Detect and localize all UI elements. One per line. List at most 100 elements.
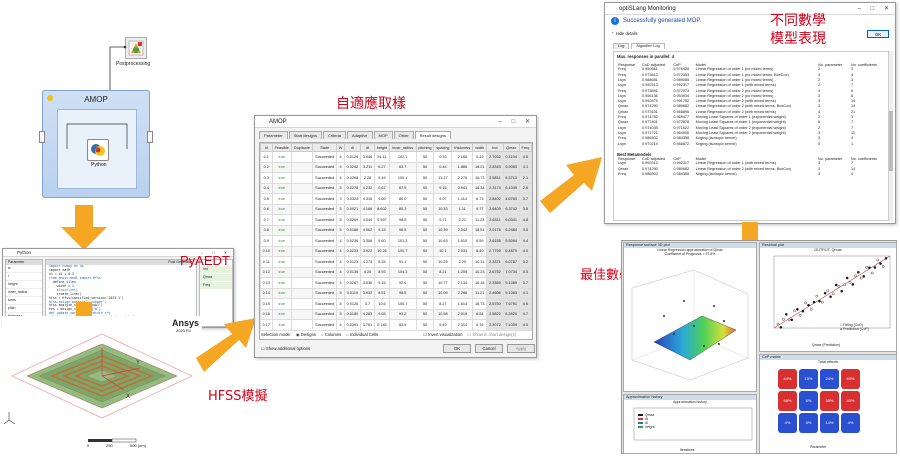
table-cell[interactable]: 4 bbox=[336, 319, 345, 331]
table-cell[interactable]: 87.5 bbox=[388, 182, 417, 194]
table-cell[interactable]: 100.1 bbox=[388, 172, 417, 184]
monitoring-tab[interactable]: Algorithm Log bbox=[631, 43, 665, 50]
table-cell[interactable]: 2.20 bbox=[451, 256, 474, 268]
table-cell[interactable]: Succeeded bbox=[311, 193, 338, 205]
table-cell[interactable]: 10.33 bbox=[433, 203, 453, 215]
table-cell[interactable]: 3.5 bbox=[518, 203, 532, 215]
table-cell[interactable]: 2.21 bbox=[451, 214, 474, 226]
amop-column-header[interactable]: dl bbox=[343, 143, 362, 152]
table-cell[interactable]: 11.21 bbox=[472, 287, 488, 299]
apply-button[interactable]: Apply bbox=[507, 344, 535, 353]
table-cell[interactable]: 4 bbox=[336, 277, 345, 289]
table-cell[interactable]: 50 bbox=[415, 277, 435, 289]
table-cell[interactable]: 2.6 bbox=[518, 182, 532, 194]
table-cell[interactable]: Succeeded bbox=[311, 182, 338, 194]
table-cell[interactable]: 2.166 bbox=[451, 151, 474, 163]
table-cell[interactable]: true bbox=[271, 245, 292, 257]
amop-column-header[interactable]: inner_radius bbox=[388, 143, 417, 152]
table-cell[interactable]: 5 bbox=[336, 224, 345, 236]
table-cell[interactable] bbox=[290, 245, 313, 257]
table-cell[interactable]: 6.3713 bbox=[502, 172, 520, 184]
residual-panel[interactable]: Residual plot OUTPUT: Qmax □ Fitting (Co… bbox=[759, 242, 897, 352]
cop-cell[interactable]: 60% bbox=[841, 369, 860, 389]
table-cell[interactable]: 9.15 bbox=[374, 277, 390, 289]
table-cell[interactable]: 0.0123 bbox=[343, 256, 362, 268]
table-cell[interactable]: 4.7 bbox=[518, 308, 532, 320]
table-row[interactable]: 0.6 true Succeeded 5 0.0021 4.186 8.602 85.3 50 1… bbox=[260, 203, 532, 215]
table-cell[interactable]: 4 bbox=[336, 161, 345, 173]
table-cell[interactable]: 9.49 bbox=[433, 319, 453, 331]
table-cell[interactable]: 5 bbox=[336, 203, 345, 215]
table-cell[interactable]: 8.602 bbox=[374, 203, 390, 215]
table-cell[interactable]: 4 bbox=[336, 266, 345, 278]
table-cell[interactable] bbox=[290, 298, 313, 310]
table-cell[interactable]: true bbox=[271, 151, 292, 163]
monitoring-window[interactable]: optiSLang Monitoring – □ ✕ i Successfull… bbox=[604, 2, 896, 224]
table-cell[interactable]: 50 bbox=[415, 266, 435, 278]
amop-column-header[interactable]: Qmax bbox=[502, 143, 520, 152]
table-cell[interactable]: 6.4879 bbox=[502, 245, 520, 257]
table-cell[interactable]: true bbox=[271, 172, 292, 184]
table-row[interactable]: 0.5 true Succeeded 3 0.0324 4.316 9.60 80.0 50 9.… bbox=[260, 193, 532, 205]
table-cell[interactable]: true bbox=[271, 203, 292, 215]
table-cell[interactable]: Succeeded bbox=[311, 245, 338, 257]
table-cell[interactable]: 16.73 bbox=[472, 298, 488, 310]
table-cell[interactable]: 5.9083 bbox=[502, 161, 520, 173]
table-cell[interactable]: 3.946 bbox=[360, 151, 375, 163]
table-cell[interactable]: true bbox=[271, 161, 292, 173]
table-cell[interactable]: 50 bbox=[415, 203, 435, 215]
table-cell[interactable]: 2.7799 bbox=[486, 245, 504, 257]
table-cell[interactable]: 10.26 bbox=[374, 245, 390, 257]
table-cell[interactable]: 16.21 bbox=[472, 161, 488, 173]
cop-cell[interactable]: 40% bbox=[841, 391, 860, 411]
table-cell[interactable]: 0.9 bbox=[260, 235, 273, 247]
table-cell[interactable]: 8.93 bbox=[374, 266, 390, 278]
table-cell[interactable]: 2.314 bbox=[451, 319, 474, 331]
table-cell[interactable]: 0.16 bbox=[260, 308, 273, 320]
table-cell[interactable]: 1.614 bbox=[451, 298, 474, 310]
table-cell[interactable]: 6.59 bbox=[472, 235, 488, 247]
table-cell[interactable]: 2.019 bbox=[451, 308, 474, 320]
table-cell[interactable]: 3.536 bbox=[360, 277, 375, 289]
table-cell[interactable]: 5.5094 bbox=[502, 235, 520, 247]
cop-cell[interactable]: 15% bbox=[799, 369, 818, 389]
cop-cell[interactable]: 14% bbox=[820, 413, 839, 433]
table-cell[interactable]: 9.15 bbox=[374, 224, 390, 236]
table-cell[interactable]: 1.810 bbox=[451, 235, 474, 247]
table-cell[interactable]: true bbox=[271, 182, 292, 194]
table-cell[interactable]: 0.0278 bbox=[343, 182, 362, 194]
table-cell[interactable]: 4.6 bbox=[518, 151, 532, 163]
table-cell[interactable]: 50 bbox=[415, 172, 435, 184]
table-cell[interactable] bbox=[290, 308, 313, 320]
table-cell[interactable]: 6.76 bbox=[472, 319, 488, 331]
table-cell[interactable]: 0.0180 bbox=[343, 308, 362, 320]
table-cell[interactable] bbox=[290, 277, 313, 289]
table-cell[interactable]: 2.6156 bbox=[486, 235, 504, 247]
table-cell[interactable]: 2.7032 bbox=[486, 151, 504, 163]
amop-tab[interactable]: MOP bbox=[373, 131, 393, 140]
table-cell[interactable]: 50 bbox=[415, 319, 435, 331]
radio-columns[interactable]: ○ Columns bbox=[321, 332, 341, 337]
table-cell[interactable]: 3 bbox=[336, 193, 345, 205]
table-cell[interactable]: 98.5 bbox=[388, 214, 417, 226]
table-cell[interactable]: 50 bbox=[415, 245, 435, 257]
output-row[interactable]: Qmax bbox=[200, 274, 232, 281]
table-cell[interactable]: 6.3920 bbox=[502, 308, 520, 320]
amop-tab[interactable]: Result designs bbox=[414, 131, 451, 140]
table-row[interactable]: 0.3 true Succeeded 4 0.0268 2.28 9.49 100.1 50 13… bbox=[260, 172, 532, 184]
table-cell[interactable]: 0.19 bbox=[472, 151, 488, 163]
table-cell[interactable]: 1.259 bbox=[451, 266, 474, 278]
table-cell[interactable]: 4.044 bbox=[360, 214, 375, 226]
table-cell[interactable] bbox=[290, 193, 313, 205]
table-cell[interactable]: 7.6791 bbox=[502, 298, 520, 310]
table-cell[interactable]: 6.2484 bbox=[502, 224, 520, 236]
table-cell[interactable]: 2.6311 bbox=[486, 214, 504, 226]
table-cell[interactable]: 98.5 bbox=[388, 287, 417, 299]
monitoring-scrollbar[interactable] bbox=[889, 51, 893, 221]
table-cell[interactable]: 9.07 bbox=[433, 193, 453, 205]
table-cell[interactable]: 2.286 bbox=[451, 287, 474, 299]
table-cell[interactable]: 4 bbox=[336, 256, 345, 268]
table-cell[interactable]: 93.2 bbox=[388, 308, 417, 320]
approx-history-panel[interactable]: Approximation history Approximation hist… bbox=[623, 394, 757, 454]
table-cell[interactable]: 1.886 bbox=[451, 161, 474, 173]
